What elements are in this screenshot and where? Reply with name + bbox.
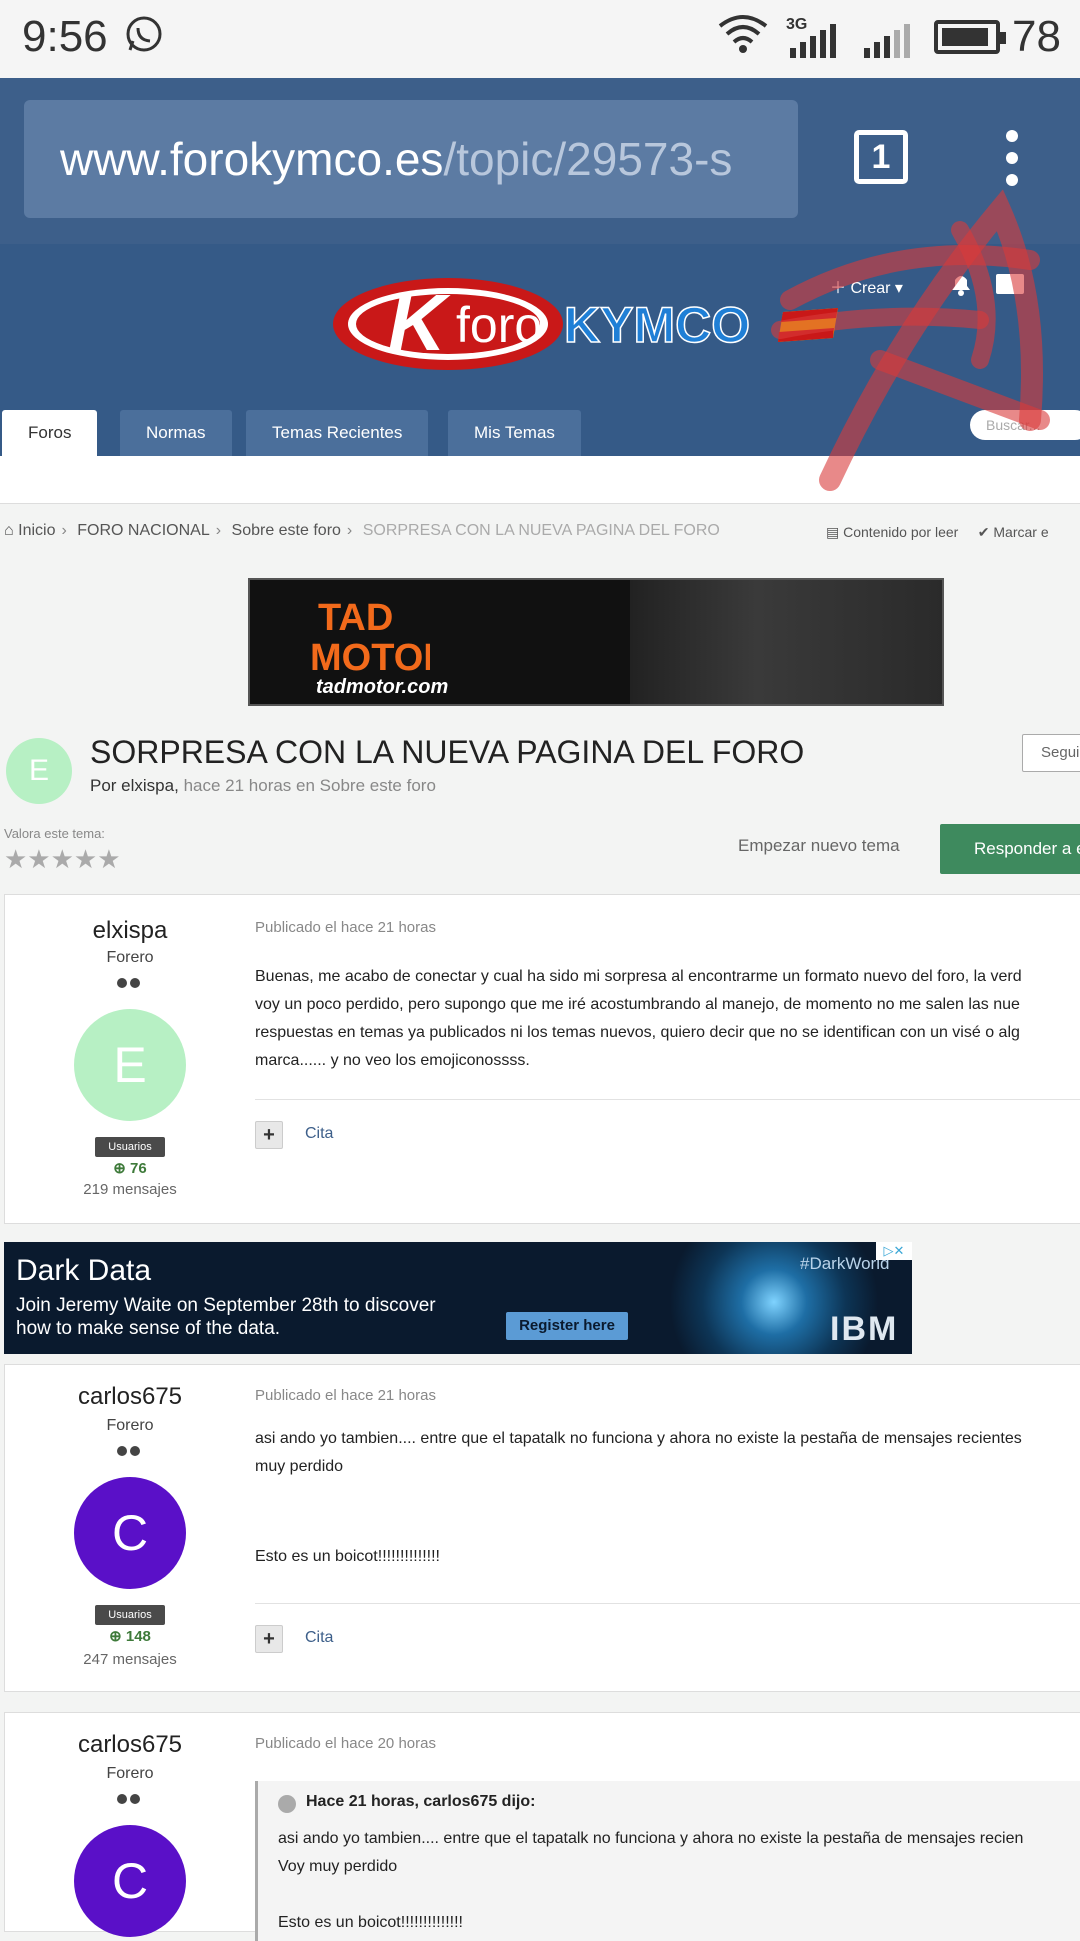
post-count: 219 mensajes xyxy=(83,1181,177,1198)
signal-icon-2 xyxy=(864,24,910,58)
subnav-bar xyxy=(0,456,1080,504)
topic-author-avatar[interactable]: E xyxy=(6,738,72,804)
search-input[interactable]: Buscar... xyxy=(970,410,1080,440)
mail-icon[interactable] xyxy=(996,274,1024,294)
wifi-icon xyxy=(718,15,768,53)
breadcrumb-foro-nacional[interactable]: FORO NACIONAL xyxy=(77,522,209,539)
ibm-ad[interactable]: Dark Data Join Jeremy Waite on September… xyxy=(4,1242,912,1354)
rating-stars[interactable]: ★★★★★ xyxy=(4,844,121,875)
breadcrumb-actions: ▤ Contenido por leer ✔ Marcar e xyxy=(826,524,1049,541)
breadcrumb: ⌂ Inicio › FORO NACIONAL › Sobre este foro… xyxy=(4,522,720,539)
svg-text:TAD: TAD xyxy=(318,597,393,639)
signal-icon xyxy=(790,24,836,58)
rank-dots xyxy=(117,1443,143,1456)
bell-icon[interactable] xyxy=(948,270,974,296)
logo-kymco: KYMCO xyxy=(564,297,750,353)
collapse-quote-icon[interactable] xyxy=(278,1795,296,1813)
group-badge: Usuarios xyxy=(95,1137,165,1157)
breadcrumb-sobre-foro[interactable]: Sobre este foro xyxy=(232,522,341,539)
breadcrumb-current: SORPRESA CON LA NUEVA PAGINA DEL FORO xyxy=(362,522,720,539)
quote-button[interactable]: Cita xyxy=(305,1125,333,1143)
post-username[interactable]: carlos675 xyxy=(5,1731,255,1759)
post-date[interactable]: Publicado el hace 20 horas xyxy=(255,1735,436,1752)
adchoices-close-icon[interactable]: ▷✕ xyxy=(876,1242,912,1260)
post-count: 247 mensajes xyxy=(83,1651,177,1668)
motorcycle-image xyxy=(630,580,942,704)
topic-meta: Por elxispa, hace 21 horas en Sobre este… xyxy=(90,776,436,795)
page-title: SORPRESA CON LA NUEVA PAGINA DEL FORO xyxy=(90,734,805,770)
multiquote-button[interactable]: + xyxy=(255,1625,283,1653)
tadmotor-ad[interactable]: TAD MOTOR tadmotor.com xyxy=(248,578,944,706)
unread-content-link[interactable]: ▤ Contenido por leer xyxy=(826,524,958,540)
site-header: ＋ Crear ▾ K foro KYMCO Foros Normas Tema… xyxy=(0,244,1080,456)
reply-button[interactable]: Responder a e xyxy=(940,824,1080,874)
post: carlos675 Forero C Usuarios ⊕ 148 247 me… xyxy=(4,1364,1080,1692)
forokymco-logo[interactable]: K foro KYMCO xyxy=(328,272,848,372)
reputation: ⊕ 148 xyxy=(109,1628,151,1645)
post-username[interactable]: elxispa xyxy=(5,917,255,945)
post-role: Forero xyxy=(106,949,154,966)
whatsapp-icon xyxy=(126,16,162,52)
post-username[interactable]: carlos675 xyxy=(5,1383,255,1411)
post-date[interactable]: Publicado el hace 21 horas xyxy=(255,919,436,936)
battery-icon xyxy=(934,20,1006,54)
ad-text: Join Jeremy Waite on September 28th to d… xyxy=(16,1295,436,1339)
browser-toolbar: www.forokymco.es/topic/29573-s 1 xyxy=(0,78,1080,244)
tab-switcher-button[interactable]: 1 xyxy=(854,130,908,184)
quote-body: asi ando yo tambien.... entre que el tap… xyxy=(278,1830,1024,1931)
follow-button[interactable]: Seguir xyxy=(1022,734,1080,772)
url-field[interactable]: www.forokymco.es/topic/29573-s xyxy=(24,100,798,218)
status-time: 9:56 xyxy=(22,12,108,61)
ibm-logo: IBM xyxy=(830,1310,899,1348)
home-icon: ⌂ xyxy=(4,522,14,539)
logo-foro: foro xyxy=(456,297,542,353)
tab-normas[interactable]: Normas xyxy=(120,410,232,456)
quote-header: Hace 21 horas, carlos675 dijo: xyxy=(306,1793,536,1810)
svg-text:MOTOR: MOTOR xyxy=(310,637,430,676)
post-body: Buenas, me acabo de conectar y cual ha s… xyxy=(255,968,1022,1069)
reputation: ⊕ 76 xyxy=(113,1160,147,1177)
new-topic-button[interactable]: Empezar nuevo tema xyxy=(738,836,900,856)
post-body: asi ando yo tambien.... entre que el tap… xyxy=(255,1430,1022,1565)
post-date[interactable]: Publicado el hace 21 horas xyxy=(255,1387,436,1404)
group-badge: Usuarios xyxy=(95,1605,165,1625)
mark-read-link[interactable]: ✔ Marcar e xyxy=(978,524,1049,540)
tab-foros[interactable]: Foros xyxy=(2,410,98,456)
tadmotor-logo: TAD MOTOR xyxy=(310,597,430,676)
post-avatar[interactable]: E xyxy=(74,1009,186,1121)
quote-button[interactable]: Cita xyxy=(305,1629,333,1647)
post-divider xyxy=(255,1099,1080,1100)
rank-dots xyxy=(117,1791,143,1804)
post-avatar[interactable]: C xyxy=(74,1477,186,1589)
tab-mis-temas[interactable]: Mis Temas xyxy=(448,410,581,456)
rate-label: Valora este tema: xyxy=(4,826,105,841)
post-role: Forero xyxy=(106,1417,154,1434)
multiquote-button[interactable]: + xyxy=(255,1121,283,1149)
url-text: www.forokymco.es/topic/29573-s xyxy=(60,133,733,185)
tab-temas-recientes[interactable]: Temas Recientes xyxy=(246,410,429,456)
rank-dots xyxy=(117,975,143,988)
breadcrumb-inicio[interactable]: Inicio xyxy=(18,522,55,539)
quote-block: Hace 21 horas, carlos675 dijo: asi ando … xyxy=(255,1781,1080,1941)
post-divider xyxy=(255,1603,1080,1604)
tadmotor-url: tadmotor.com xyxy=(316,676,449,698)
post-role: Forero xyxy=(106,1765,154,1782)
overflow-menu-icon[interactable] xyxy=(1000,130,1024,190)
svg-text:K: K xyxy=(388,278,451,367)
post: carlos675 Forero C Publicado el hace 20 … xyxy=(4,1712,1080,1941)
status-bar: 9:56 3G 78 xyxy=(0,0,1080,78)
ad-headline: Dark Data xyxy=(16,1254,152,1287)
post: elxispa Forero E Usuarios ⊕ 76 219 mensa… xyxy=(4,894,1080,1224)
register-button[interactable]: Register here xyxy=(506,1312,628,1340)
post-avatar[interactable]: C xyxy=(74,1825,186,1937)
battery-percent: 78 xyxy=(1012,12,1061,61)
